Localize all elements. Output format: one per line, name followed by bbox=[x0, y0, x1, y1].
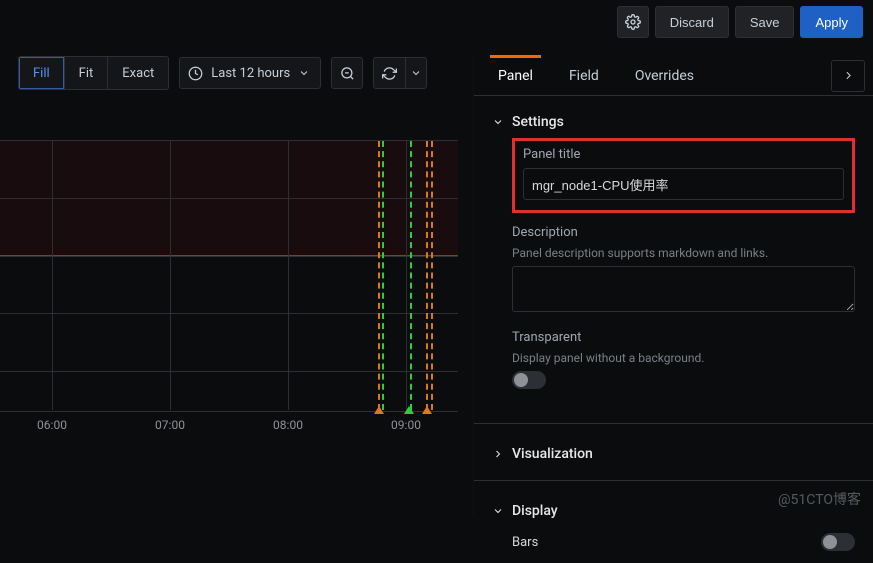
tab-field[interactable]: Field bbox=[551, 56, 617, 96]
description-label: Description bbox=[512, 225, 855, 240]
time-range-picker[interactable]: Last 12 hours bbox=[179, 57, 321, 89]
transparent-label: Transparent bbox=[512, 330, 855, 345]
zoom-out-icon bbox=[340, 66, 355, 81]
discard-button[interactable]: Discard bbox=[655, 6, 729, 38]
gear-icon bbox=[625, 14, 641, 30]
chevron-right-icon bbox=[842, 69, 855, 82]
description-textarea[interactable] bbox=[512, 266, 855, 312]
transparent-help: Display panel without a background. bbox=[512, 351, 855, 365]
settings-gear-button[interactable] bbox=[617, 6, 649, 38]
chart-gridline bbox=[0, 198, 458, 199]
display-bars-label: Bars bbox=[512, 535, 538, 550]
chart-preview[interactable]: 06:00 07:00 08:00 09:00 bbox=[0, 140, 458, 440]
apply-button[interactable]: Apply bbox=[800, 6, 863, 38]
chart-gridline bbox=[288, 141, 289, 410]
collapse-panel-button[interactable] bbox=[831, 60, 865, 92]
x-tick: 07:00 bbox=[155, 418, 185, 432]
chart-annotation-marker bbox=[382, 141, 384, 410]
chart-annotation-marker bbox=[378, 141, 380, 410]
tab-panel[interactable]: Panel bbox=[480, 56, 551, 96]
x-tick: 09:00 bbox=[391, 418, 421, 432]
chart-annotation-marker bbox=[431, 141, 433, 410]
save-button[interactable]: Save bbox=[735, 6, 795, 38]
section-settings-header[interactable]: Settings bbox=[492, 106, 855, 138]
tab-overrides[interactable]: Overrides bbox=[617, 56, 712, 96]
view-mode-exact[interactable]: Exact bbox=[108, 57, 168, 89]
panel-title-label: Panel title bbox=[523, 147, 844, 162]
chart-gridline bbox=[52, 141, 53, 410]
description-help: Panel description supports markdown and … bbox=[512, 246, 855, 260]
section-visualization-header[interactable]: Visualization bbox=[492, 438, 855, 470]
refresh-interval-dropdown[interactable] bbox=[405, 57, 427, 89]
chart-gridline bbox=[406, 141, 407, 410]
view-mode-fit[interactable]: Fit bbox=[65, 57, 109, 89]
refresh-button[interactable] bbox=[373, 57, 405, 89]
view-mode-fill[interactable]: Fill bbox=[19, 57, 65, 89]
view-mode-group: Fill Fit Exact bbox=[18, 56, 169, 90]
chevron-down-icon bbox=[492, 505, 504, 517]
display-bars-toggle[interactable] bbox=[821, 533, 855, 551]
panel-tabs: Panel Field Overrides bbox=[474, 56, 873, 96]
x-tick: 08:00 bbox=[273, 418, 303, 432]
section-settings-title: Settings bbox=[512, 114, 564, 130]
refresh-icon bbox=[382, 66, 397, 81]
time-range-label: Last 12 hours bbox=[211, 66, 290, 81]
chevron-down-icon bbox=[492, 116, 504, 128]
chevron-down-icon bbox=[298, 67, 310, 79]
x-tick: 06:00 bbox=[37, 418, 67, 432]
chart-gridline bbox=[0, 256, 458, 257]
watermark: @51CTO博客 bbox=[778, 489, 861, 509]
panel-title-callout: Panel title bbox=[512, 138, 855, 213]
zoom-out-button[interactable] bbox=[331, 57, 363, 89]
chart-gridline bbox=[0, 371, 458, 372]
chart-x-axis: 06:00 07:00 08:00 09:00 bbox=[0, 410, 458, 440]
side-panel: Panel Field Overrides Settings Panel tit… bbox=[473, 56, 873, 517]
section-visualization-title: Visualization bbox=[512, 446, 593, 462]
panel-title-input[interactable] bbox=[523, 168, 844, 200]
chevron-right-icon bbox=[492, 448, 504, 460]
transparent-toggle[interactable] bbox=[512, 371, 546, 389]
chevron-down-icon bbox=[410, 67, 422, 79]
chart-annotation-marker bbox=[410, 141, 412, 410]
chart-annotation-marker bbox=[426, 141, 428, 410]
chart-gridline bbox=[170, 141, 171, 410]
clock-icon bbox=[188, 66, 203, 81]
chart-gridline bbox=[0, 313, 458, 314]
